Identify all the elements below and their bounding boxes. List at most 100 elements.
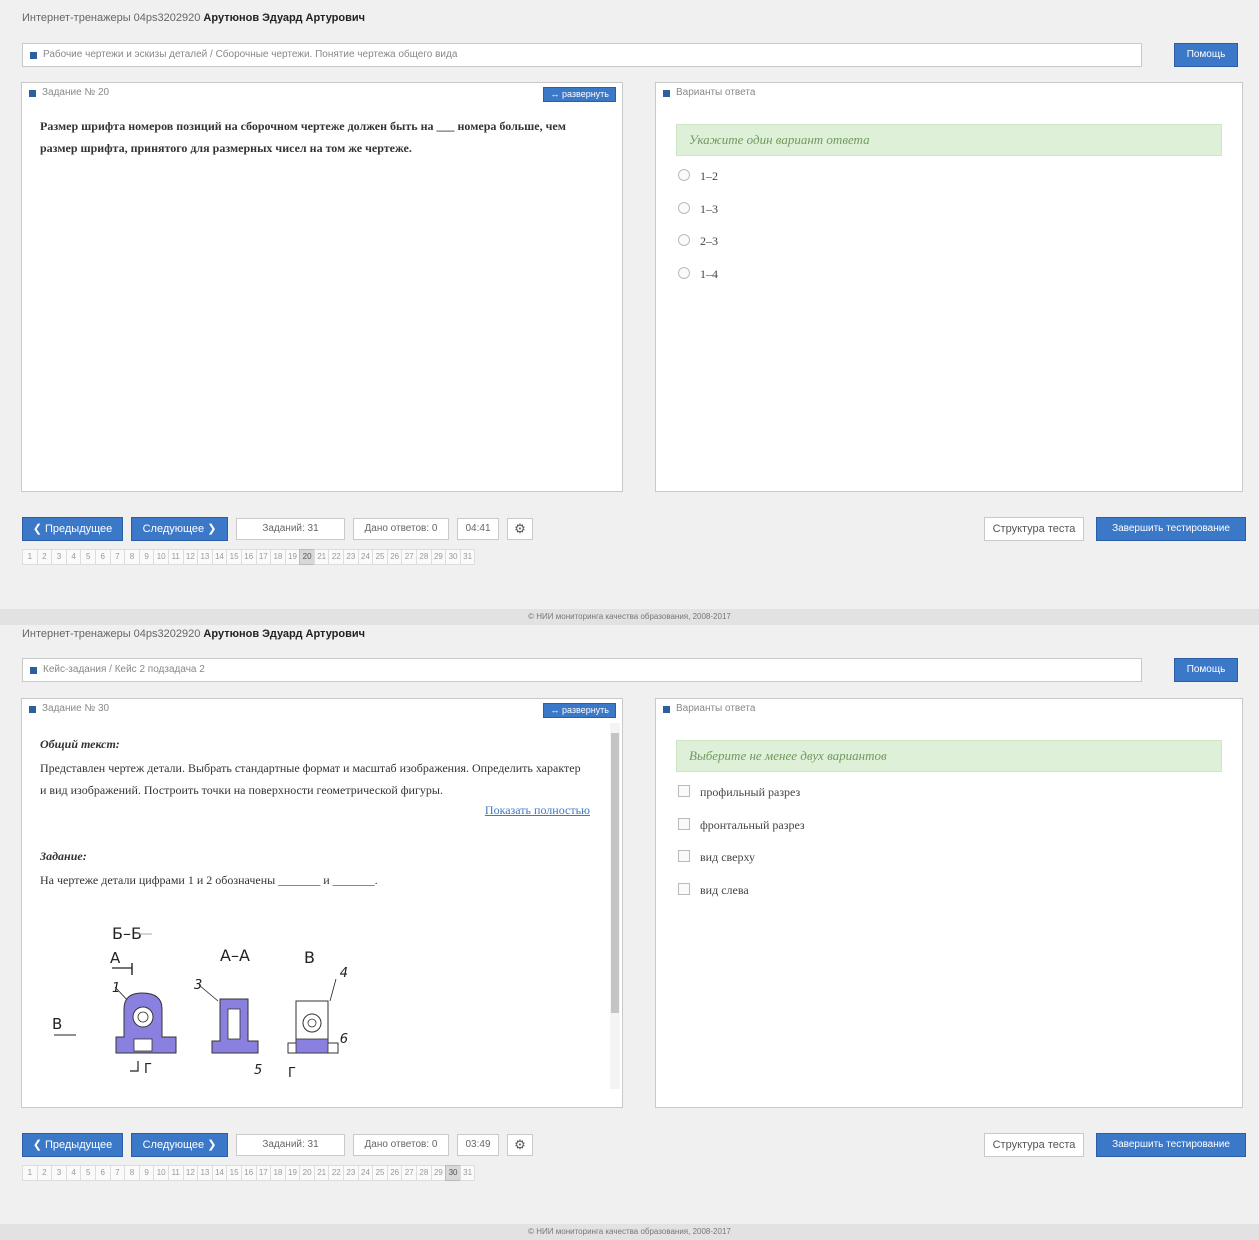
pager-item[interactable]: 3 xyxy=(51,549,67,565)
pager-item[interactable]: 17 xyxy=(255,1165,272,1181)
pager-item[interactable]: 30 xyxy=(445,1165,461,1181)
answer-option[interactable]: 1–2 xyxy=(678,169,718,184)
checkbox-icon[interactable] xyxy=(678,850,690,862)
show-full-link[interactable]: Показать полностью xyxy=(485,803,590,818)
pager-item[interactable]: 20 xyxy=(299,1165,315,1181)
pager-item[interactable]: 30 xyxy=(445,549,461,565)
pager-item[interactable]: 20 xyxy=(299,549,315,565)
tasks-count: Заданий: 31 xyxy=(236,518,345,540)
section-mark-bottom xyxy=(130,1061,139,1072)
pager-item[interactable]: 31 xyxy=(459,549,476,565)
pager-item[interactable]: 8 xyxy=(124,1165,140,1181)
pager-item[interactable]: 26 xyxy=(386,1165,403,1181)
pager-item[interactable]: 23 xyxy=(343,549,359,565)
answer-option[interactable]: вид слева xyxy=(678,883,749,898)
screen-2: Интернет-тренажеры 04ps3202920 Арутюнов … xyxy=(0,616,1259,1240)
pager-item[interactable]: 14 xyxy=(211,549,228,565)
pager-item[interactable]: 13 xyxy=(197,1165,213,1181)
scrollbar[interactable] xyxy=(610,723,620,1089)
pager-item[interactable]: 1 xyxy=(22,549,38,565)
prev-button[interactable]: ❮ Предыдущее xyxy=(22,517,123,541)
pager-item[interactable]: 9 xyxy=(138,1165,155,1181)
pager-item[interactable]: 1 xyxy=(22,1165,38,1181)
answer-option[interactable]: 2–3 xyxy=(678,234,718,249)
pager-item[interactable]: 27 xyxy=(401,549,418,565)
pager-item[interactable]: 19 xyxy=(284,549,301,565)
test-structure-button[interactable]: Структура теста xyxy=(984,1133,1084,1157)
pager-item[interactable]: 9 xyxy=(138,549,155,565)
pager-item[interactable]: 6 xyxy=(94,1165,111,1181)
prev-button[interactable]: ❮ Предыдущее xyxy=(22,1133,123,1157)
pager-item[interactable]: 12 xyxy=(182,549,199,565)
expand-button[interactable]: ↔ развернуть xyxy=(543,87,616,102)
pager-item[interactable]: 12 xyxy=(182,1165,199,1181)
pager-item[interactable]: 16 xyxy=(240,549,257,565)
radio-icon[interactable] xyxy=(678,169,690,181)
pager-item[interactable]: 23 xyxy=(343,1165,359,1181)
pager-item[interactable]: 6 xyxy=(94,549,111,565)
gear-icon[interactable]: ⚙ xyxy=(507,1134,533,1156)
pager-item[interactable]: 7 xyxy=(109,549,126,565)
pager-item[interactable]: 15 xyxy=(226,1165,242,1181)
pager-item[interactable]: 8 xyxy=(124,549,140,565)
pager-item[interactable]: 4 xyxy=(65,1165,82,1181)
next-button[interactable]: Следующее ❯ xyxy=(131,517,228,541)
radio-icon[interactable] xyxy=(678,234,690,246)
pager-item[interactable]: 11 xyxy=(167,1165,184,1181)
answer-option[interactable]: профильный разрез xyxy=(678,785,800,800)
pager-item[interactable]: 24 xyxy=(357,1165,374,1181)
expand-button[interactable]: ↔ развернуть xyxy=(543,703,616,718)
checkbox-icon[interactable] xyxy=(678,785,690,797)
pager-item[interactable]: 7 xyxy=(109,1165,126,1181)
pager-item[interactable]: 21 xyxy=(313,549,330,565)
pager-item[interactable]: 22 xyxy=(328,1165,345,1181)
help-button[interactable]: Помощь xyxy=(1174,43,1238,67)
finish-test-button[interactable]: Завершить тестирование xyxy=(1096,517,1246,541)
pager-item[interactable]: 10 xyxy=(153,549,169,565)
next-button[interactable]: Следующее ❯ xyxy=(131,1133,228,1157)
pager-item[interactable]: 26 xyxy=(386,549,403,565)
pager-item[interactable]: 4 xyxy=(65,549,82,565)
pager-item[interactable]: 21 xyxy=(313,1165,330,1181)
checkbox-icon[interactable] xyxy=(678,818,690,830)
answer-option[interactable]: 1–4 xyxy=(678,267,718,282)
radio-icon[interactable] xyxy=(678,202,690,214)
gear-icon[interactable]: ⚙ xyxy=(507,518,533,540)
pager-item[interactable]: 28 xyxy=(416,1165,432,1181)
pager-item[interactable]: 10 xyxy=(153,1165,169,1181)
finish-test-button[interactable]: Завершить тестирование xyxy=(1096,1133,1246,1157)
pager-item[interactable]: 24 xyxy=(357,549,374,565)
pager-item[interactable]: 3 xyxy=(51,1165,67,1181)
pager-item[interactable]: 16 xyxy=(240,1165,257,1181)
pager-item[interactable]: 27 xyxy=(401,1165,418,1181)
pager-item[interactable]: 13 xyxy=(197,549,213,565)
pager-item[interactable]: 17 xyxy=(255,549,272,565)
pager-item[interactable]: 22 xyxy=(328,549,345,565)
pager-item[interactable]: 29 xyxy=(430,549,447,565)
pager-item[interactable]: 28 xyxy=(416,549,432,565)
pager-item[interactable]: 19 xyxy=(284,1165,301,1181)
pager-item[interactable]: 29 xyxy=(430,1165,447,1181)
pager-item[interactable]: 2 xyxy=(36,1165,53,1181)
pager-item[interactable]: 25 xyxy=(372,1165,388,1181)
help-button[interactable]: Помощь xyxy=(1174,658,1238,682)
pager-item[interactable]: 18 xyxy=(270,1165,286,1181)
answer-option[interactable]: вид сверху xyxy=(678,850,755,865)
pager-item[interactable]: 14 xyxy=(211,1165,228,1181)
pager-item[interactable]: 25 xyxy=(372,549,388,565)
scroll-thumb[interactable] xyxy=(611,733,619,1013)
radio-icon[interactable] xyxy=(678,267,690,279)
answer-option[interactable]: фронтальный разрез xyxy=(678,818,805,833)
bullet-icon xyxy=(30,52,37,59)
test-structure-button[interactable]: Структура теста xyxy=(984,517,1084,541)
answer-option[interactable]: 1–3 xyxy=(678,202,718,217)
pager-item[interactable]: 18 xyxy=(270,549,286,565)
pager-item[interactable]: 5 xyxy=(80,549,96,565)
breadcrumb: Кейс-задания / Кейс 2 подзадача 2 xyxy=(22,658,1142,682)
checkbox-icon[interactable] xyxy=(678,883,690,895)
pager-item[interactable]: 11 xyxy=(167,549,184,565)
pager-item[interactable]: 2 xyxy=(36,549,53,565)
pager-item[interactable]: 5 xyxy=(80,1165,96,1181)
pager-item[interactable]: 31 xyxy=(459,1165,476,1181)
pager-item[interactable]: 15 xyxy=(226,549,242,565)
